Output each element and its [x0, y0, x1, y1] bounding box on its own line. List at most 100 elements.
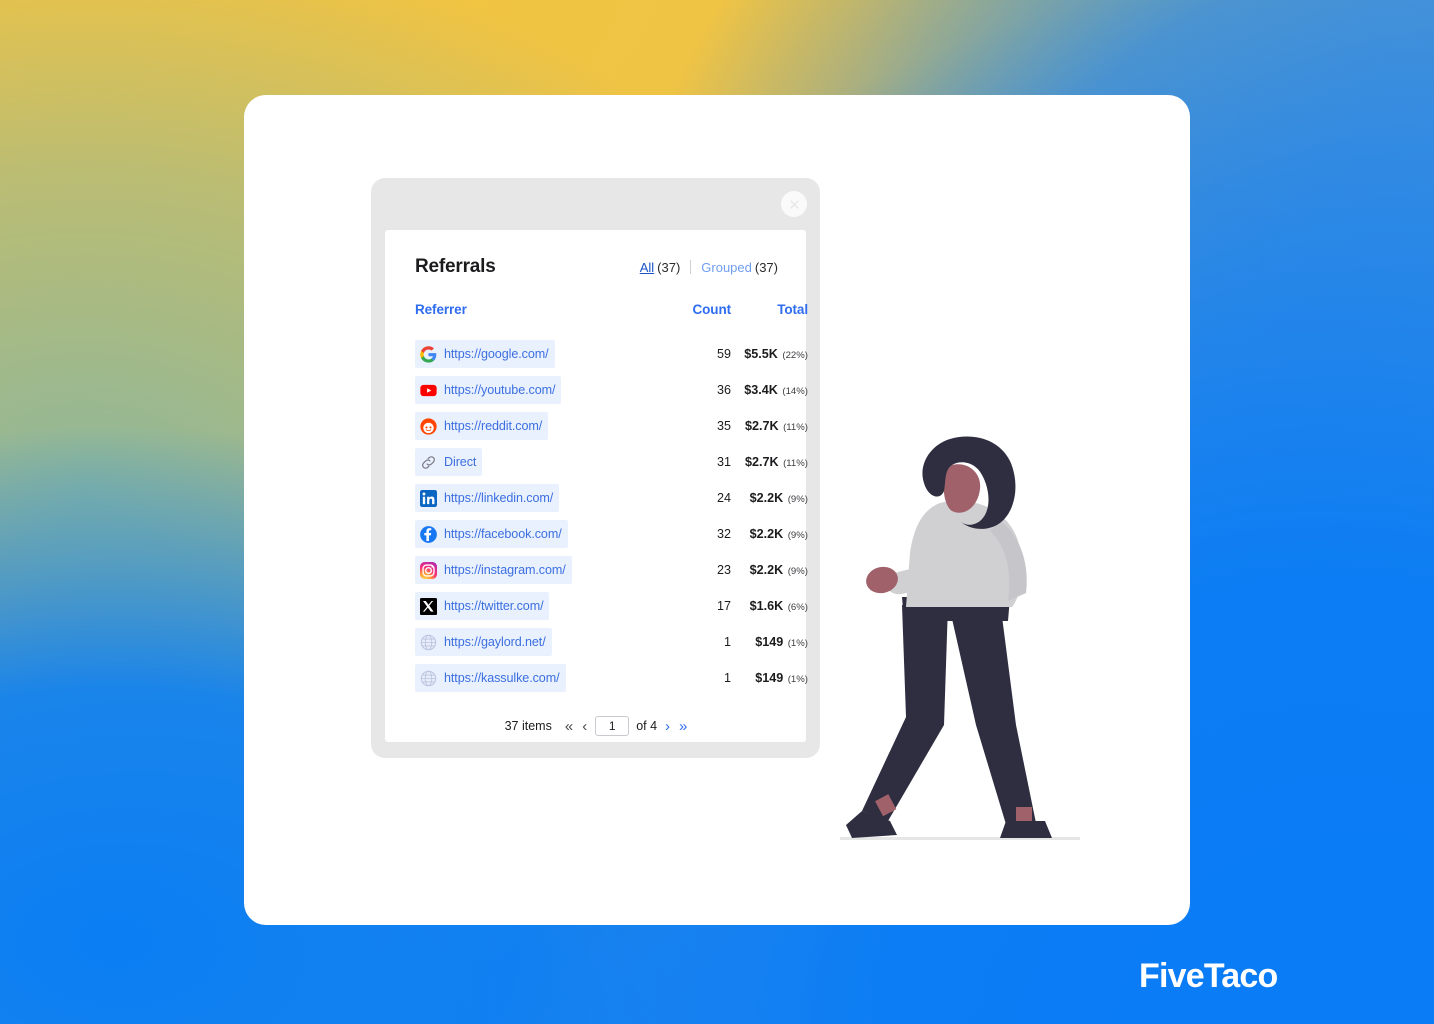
total-percent: (6%)	[787, 602, 808, 613]
close-glyph	[789, 199, 799, 209]
total-amount: $2.7K	[745, 419, 779, 433]
total-amount: $2.2K	[749, 527, 784, 541]
total-value: $3.4K (14%)	[731, 372, 808, 408]
page-title: Referrals	[415, 256, 496, 277]
tab-all-label[interactable]: All	[640, 260, 654, 275]
referrer-label: https://google.com/	[444, 347, 549, 361]
referrer-label: https://kassulke.com/	[444, 671, 560, 685]
total-percent: (9%)	[787, 494, 808, 505]
table-row[interactable]: https://gaylord.net/1 $149 (1%)	[415, 624, 808, 660]
total-value: $1.6K (6%)	[731, 588, 808, 624]
count-value: 59	[716, 347, 731, 361]
table-row[interactable]: Direct 31 $2.7K (11%)	[415, 444, 808, 480]
referrer-link[interactable]: https://gaylord.net/	[415, 628, 552, 656]
count-value: 1	[723, 671, 731, 685]
referrer-cell: Direct	[415, 444, 651, 480]
referrer-cell: https://google.com/	[415, 336, 651, 372]
referrer-cell: https://instagram.com/	[415, 552, 651, 588]
globe-favicon	[420, 670, 437, 686]
table-row[interactable]: https://twitter.com/17 $1.6K (6%)	[415, 588, 808, 624]
tab-grouped-label[interactable]: Grouped	[701, 260, 752, 275]
referrer-label: https://youtube.com/	[444, 383, 556, 397]
tab-grouped[interactable]: Grouped (37)	[701, 260, 778, 275]
total-percent: (9%)	[787, 566, 808, 577]
total-amount: $2.2K	[749, 491, 784, 505]
table-row[interactable]: https://youtube.com/36 $3.4K (14%)	[415, 372, 808, 408]
referrer-label: https://instagram.com/	[444, 563, 566, 577]
total-percent: (1%)	[787, 638, 808, 649]
referrer-link[interactable]: https://kassulke.com/	[415, 664, 566, 692]
tab-all[interactable]: All (37)	[640, 260, 681, 275]
table-row[interactable]: https://facebook.com/32 $2.2K (9%)	[415, 516, 808, 552]
column-header-referrer[interactable]: Referrer	[415, 302, 651, 336]
dialog-header: Referrals All (37) Grouped (37)	[415, 256, 778, 278]
referrer-cell: https://facebook.com/	[415, 516, 651, 552]
prev-page-button[interactable]: ‹	[581, 719, 588, 734]
first-page-button[interactable]: «	[564, 719, 574, 734]
total-percent: (11%)	[783, 458, 808, 469]
table-row[interactable]: https://reddit.com/35 $2.7K (11%)	[415, 408, 808, 444]
table-row[interactable]: https://kassulke.com/1 $149 (1%)	[415, 660, 808, 696]
items-count-label: 37 items	[504, 719, 552, 733]
total-amount: $5.5K	[744, 347, 778, 361]
page-total-label: of 4	[636, 719, 658, 733]
referrer-link[interactable]: https://facebook.com/	[415, 520, 568, 548]
walking-person-illustration	[840, 425, 1080, 850]
twitter-x-favicon	[420, 597, 437, 615]
referrer-link[interactable]: https://instagram.com/	[415, 556, 572, 584]
count-value: 1	[723, 635, 731, 649]
referrer-label: https://gaylord.net/	[444, 635, 546, 649]
reddit-favicon	[420, 417, 437, 435]
referrals-table: Referrer Count Total https://google.com/…	[415, 302, 808, 696]
youtube-favicon	[420, 384, 437, 396]
referrer-link[interactable]: https://google.com/	[415, 340, 555, 368]
table-row[interactable]: https://linkedin.com/24 $2.2K (9%)	[415, 480, 808, 516]
total-amount: $3.4K	[744, 383, 778, 397]
referrer-link[interactable]: https://twitter.com/	[415, 592, 550, 620]
count-value: 36	[716, 383, 731, 397]
total-value: $5.5K (22%)	[731, 336, 808, 372]
total-value: $149 (1%)	[731, 660, 808, 696]
referrer-cell: https://youtube.com/	[415, 372, 651, 408]
column-header-count[interactable]: Count	[651, 302, 732, 336]
count-value: 24	[716, 491, 731, 505]
close-icon[interactable]	[781, 191, 807, 217]
toggle-divider	[690, 260, 692, 274]
view-toggle: All (37) Grouped (37)	[640, 258, 778, 275]
referrer-cell: https://reddit.com/	[415, 408, 651, 444]
referrer-label: https://linkedin.com/	[444, 491, 554, 505]
referrer-cell: https://linkedin.com/	[415, 480, 651, 516]
table-header: Referrer Count Total	[415, 302, 808, 336]
last-page-button[interactable]: »	[678, 719, 688, 734]
referrer-link[interactable]: https://reddit.com/	[415, 412, 549, 440]
table-header-row: Referrer Count Total	[415, 302, 808, 336]
front-shoe	[1000, 821, 1052, 838]
table-body: https://google.com/59 $5.5K (22%) https://…	[415, 336, 808, 696]
table-row[interactable]: https://instagram.com/23 $2.2K (9%)	[415, 552, 808, 588]
total-value: $2.2K (9%)	[731, 552, 808, 588]
total-value: $2.7K (11%)	[731, 444, 808, 480]
tab-grouped-count: (37)	[754, 260, 778, 275]
total-amount: $2.2K	[749, 563, 784, 577]
page-number-input[interactable]	[595, 716, 630, 736]
table-row[interactable]: https://google.com/59 $5.5K (22%)	[415, 336, 808, 372]
referrer-label: https://reddit.com/	[444, 419, 543, 433]
tab-all-count: (37)	[657, 260, 681, 275]
instagram-favicon	[420, 561, 437, 579]
referrer-cell: https://gaylord.net/	[415, 624, 651, 660]
referrer-cell: https://twitter.com/	[415, 588, 651, 624]
referrer-link[interactable]: Direct	[415, 448, 483, 476]
count-value: 35	[716, 419, 731, 433]
referrer-link[interactable]: https://youtube.com/	[415, 376, 562, 404]
brand-logo: FiveTaco	[1139, 957, 1278, 995]
column-header-total[interactable]: Total	[731, 302, 808, 336]
back-leg	[862, 605, 948, 821]
referrer-link[interactable]: https://linkedin.com/	[415, 484, 560, 512]
facebook-favicon	[420, 525, 437, 543]
total-value: $149 (1%)	[731, 624, 808, 660]
content-card: Referrals All (37) Grouped (37) Referrer C…	[244, 95, 1190, 925]
next-page-button[interactable]: ›	[664, 719, 671, 734]
total-value: $2.2K (9%)	[731, 516, 808, 552]
total-percent: (22%)	[782, 350, 808, 361]
count-value: 31	[716, 455, 731, 469]
